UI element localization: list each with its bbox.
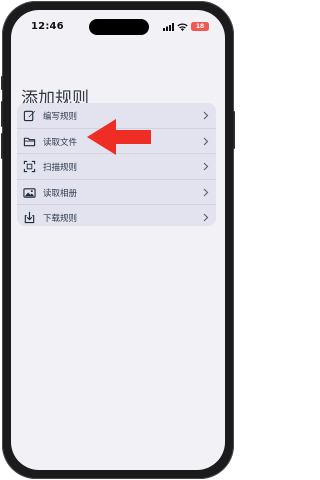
status-bar: 12:46 18 <box>11 10 225 36</box>
chevron-right-icon <box>203 213 209 222</box>
chevron-right-icon <box>203 188 209 197</box>
menu-item-label: 下载规则 <box>43 214 78 225</box>
screen: 12:46 18 添加规则 <box>11 10 225 470</box>
menu-item-scan-rule[interactable]: 扫描规则 <box>17 154 216 180</box>
status-icons: 18 <box>163 22 209 31</box>
volume-up-button <box>1 101 3 127</box>
volume-down-button <box>1 133 3 159</box>
menu-item-label: 读取文件 <box>43 137 78 148</box>
battery-indicator: 18 <box>191 22 209 31</box>
wifi-icon <box>177 23 188 31</box>
annotation-arrow <box>87 119 151 155</box>
edit-icon <box>23 110 36 122</box>
dynamic-island <box>89 19 149 35</box>
menu-item-label: 编写规则 <box>43 112 78 122</box>
signal-icon <box>163 22 174 31</box>
phone-frame: 12:46 18 添加规则 <box>1 1 235 479</box>
chevron-right-icon <box>203 111 209 120</box>
power-button <box>233 111 235 149</box>
chevron-right-icon <box>203 137 209 146</box>
folder-icon <box>23 137 36 146</box>
menu-item-label: 扫描规则 <box>43 163 78 174</box>
chevron-right-icon <box>203 162 209 171</box>
menu-item-read-album[interactable]: 读取相册 <box>17 180 216 206</box>
scan-icon <box>23 161 36 173</box>
menu-item-label: 读取相册 <box>43 188 78 199</box>
photo-album-icon <box>23 188 36 198</box>
menu-item-download-rule[interactable]: 下载规则 <box>17 205 216 226</box>
status-time: 12:46 <box>31 21 64 32</box>
download-icon <box>24 212 35 224</box>
side-button <box>1 76 3 90</box>
